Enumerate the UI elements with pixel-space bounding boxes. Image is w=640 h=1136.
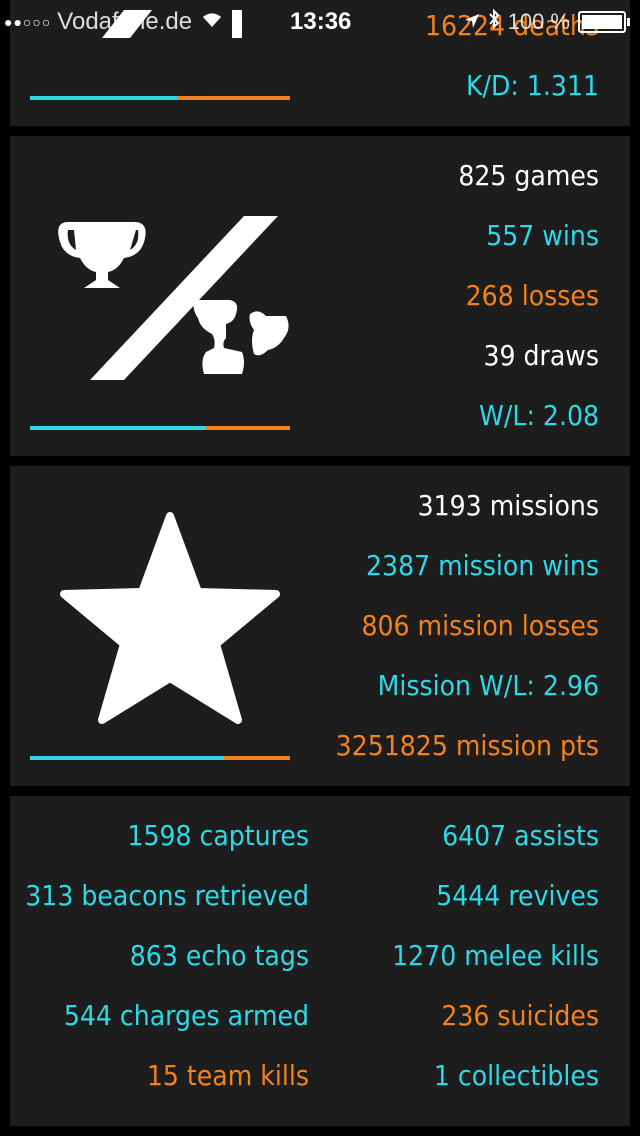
misc-left-stat: 313 beacons retrieved: [25, 879, 309, 912]
misc-left-stat: 544 charges armed: [63, 999, 309, 1032]
misc-right-stat: 6407 assists: [442, 819, 599, 852]
misc-right-stat: 1270 melee kills: [392, 939, 599, 972]
misc-left-stat: 1598 captures: [127, 819, 309, 852]
misc-right-stat: 5444 revives: [436, 879, 599, 912]
kd-ratio-stat: K/D: 1.311: [466, 69, 599, 102]
mission-losses-stat: 806 mission losses: [361, 609, 599, 642]
battery-percentage: 100 %: [507, 9, 570, 34]
misc-stats-card: 1598 captures 313 beacons retrieved 863 …: [10, 796, 630, 1126]
misc-left-stat: 15 team kills: [146, 1059, 309, 1092]
wl-ratio-bar: [30, 426, 290, 430]
bluetooth-icon: [488, 8, 500, 36]
location-icon: [464, 8, 480, 36]
wl-ratio-bar-orange: [205, 426, 290, 430]
star-icon: [60, 512, 280, 728]
losses-stat: 268 losses: [465, 279, 599, 312]
kd-ratio-bar: [30, 96, 290, 100]
wifi-icon: [200, 10, 224, 34]
wins-stat: 557 wins: [486, 219, 599, 252]
misc-left-stat: 863 echo tags: [129, 939, 309, 972]
mission-points-stat: 3251825 mission pts: [335, 729, 599, 762]
games-stat: 825 games: [458, 159, 599, 192]
missions-card: 3193 missions 2387 mission wins 806 miss…: [10, 466, 630, 786]
missions-stat: 3193 missions: [417, 489, 599, 522]
trophy-split-icon: [54, 210, 294, 394]
signal-strength-icon: ●●○○○: [4, 14, 52, 30]
mission-ratio-bar-orange: [224, 756, 290, 760]
carrier-name: Vodafone.de: [57, 8, 193, 35]
mission-ratio-bar-cyan: [30, 756, 225, 760]
clock: 13:36: [290, 8, 352, 35]
games-card: 825 games 557 wins 268 losses 39 draws W…: [10, 136, 630, 456]
status-left: ●●○○○ Vodafone.de: [4, 8, 224, 36]
status-right: 100 %: [464, 8, 630, 36]
battery-icon: [578, 11, 630, 33]
kd-ratio-bar-orange: [177, 96, 290, 100]
mission-ratio-bar: [30, 756, 290, 760]
draws-stat: 39 draws: [483, 339, 599, 372]
mission-wins-stat: 2387 mission wins: [366, 549, 599, 582]
misc-right-stat: 236 suicides: [441, 999, 599, 1032]
wl-ratio-bar-cyan: [30, 426, 206, 430]
status-bar: ●●○○○ Vodafone.de 13:36 100 %: [0, 0, 640, 40]
mission-wl-stat: Mission W/L: 2.96: [377, 669, 599, 702]
kd-ratio-bar-cyan: [30, 96, 178, 100]
misc-right-stat: 1 collectibles: [433, 1059, 599, 1092]
wl-ratio-stat: W/L: 2.08: [479, 399, 599, 432]
